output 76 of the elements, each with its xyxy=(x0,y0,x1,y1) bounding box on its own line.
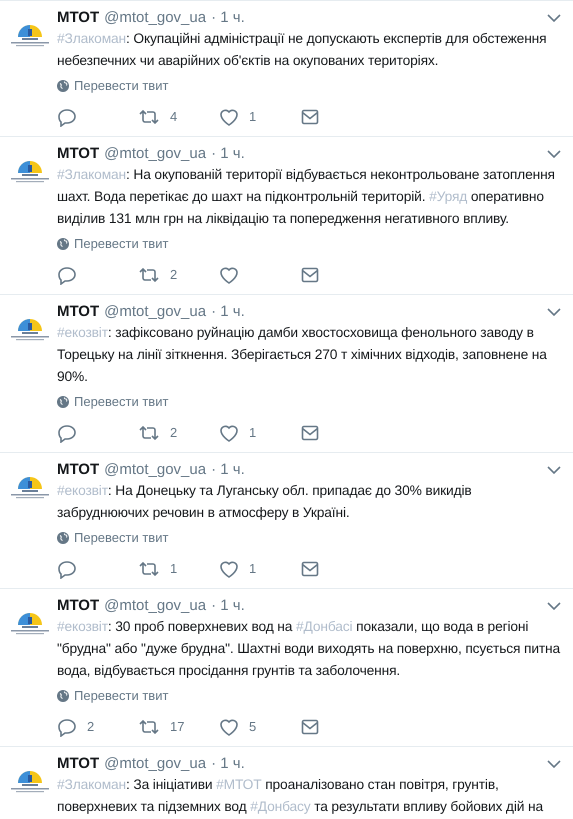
heart-icon[interactable] xyxy=(219,717,239,737)
heart-icon[interactable] xyxy=(219,559,239,579)
author-handle[interactable]: @mtot_gov_ua xyxy=(104,753,206,776)
chevron-down-icon[interactable] xyxy=(547,466,561,475)
tweet-text: #екозвіт: зафіксовано руйнацію дамби хвостосховища фенольного заводу в Торецьку на лінії зіткнення. Зберігається 270 т хімічних відходів, заповнене на 90%. xyxy=(57,324,548,386)
reply-icon[interactable] xyxy=(57,717,77,737)
mail-icon[interactable] xyxy=(300,559,320,579)
translate-link[interactable]: Перевести твит xyxy=(57,530,561,546)
timestamp[interactable]: · 1 ч. xyxy=(211,753,245,776)
retweet-icon[interactable] xyxy=(138,265,160,285)
retweet-count: 2 xyxy=(170,266,178,284)
author-handle[interactable]: @mtot_gov_ua xyxy=(104,459,206,482)
timestamp[interactable]: · 1 ч. xyxy=(211,459,245,482)
timestamp[interactable]: · 1 ч. xyxy=(211,7,245,30)
retweet-count: 2 xyxy=(170,424,178,442)
like-count: 1 xyxy=(249,424,256,442)
tweet-text: #екозвіт: 30 проб поверхневих вод на #Донбасі показали, що вода в регіоні "брудна" або "дуже брудна". Шахтні води виходять на поверхню, псується питна вода, відбувається просідання грунтів та заболочення. xyxy=(57,618,561,680)
globe-icon xyxy=(57,396,69,408)
like-count: 1 xyxy=(249,560,256,578)
logo-icon xyxy=(10,475,50,501)
author-name[interactable]: МТОТ xyxy=(57,143,100,166)
chevron-down-icon[interactable] xyxy=(547,150,561,159)
translate-link[interactable]: Перевести твит xyxy=(57,236,561,252)
retweet-count: 17 xyxy=(170,718,184,736)
timestamp[interactable]: · 1 ч. xyxy=(211,143,245,166)
chevron-down-icon[interactable] xyxy=(547,602,561,611)
logo-icon xyxy=(10,317,50,343)
mail-icon[interactable] xyxy=(300,107,320,127)
mail-icon[interactable] xyxy=(300,265,320,285)
author-name[interactable]: МТОТ xyxy=(57,459,100,482)
reply-icon[interactable] xyxy=(57,423,77,443)
globe-icon xyxy=(57,532,69,544)
reply-count: 2 xyxy=(87,718,94,736)
timestamp[interactable]: · 1 ч. xyxy=(211,595,245,618)
like-count: 5 xyxy=(249,718,256,736)
mail-icon[interactable] xyxy=(300,423,320,443)
author-name[interactable]: МТОТ xyxy=(57,301,100,324)
author-handle[interactable]: @mtot_gov_ua xyxy=(104,143,206,166)
heart-icon[interactable] xyxy=(219,423,239,443)
author-handle[interactable]: @mtot_gov_ua xyxy=(104,301,206,324)
reply-icon[interactable] xyxy=(57,559,77,579)
reply-icon[interactable] xyxy=(57,107,77,127)
tweet-text: #Злакоман: На окупованій території відбувається неконтрольоване затоплення шахт. Вода перетікає до шахт на підконтрольній територій. #Уряд оперативно виділив 131 млн грн на ліквідацію та попередження негативного впливу. xyxy=(57,166,556,228)
timestamp[interactable]: · 1 ч. xyxy=(211,301,245,324)
mail-icon[interactable] xyxy=(300,717,320,737)
author-name[interactable]: МТОТ xyxy=(57,753,100,776)
tweet-text: #екозвіт: На Донецьку та Луганську обл. припадає до 30% викидів забруднюючих речовин в атмосферу в Україні. xyxy=(57,482,473,522)
logo-icon xyxy=(10,23,50,49)
globe-icon xyxy=(57,80,69,92)
translate-link[interactable]: Перевести твит xyxy=(57,394,561,410)
globe-icon xyxy=(57,690,69,702)
author-name[interactable]: МТОТ xyxy=(57,595,100,618)
translate-link[interactable]: Перевести твит xyxy=(57,688,561,704)
globe-icon xyxy=(57,238,69,250)
author-handle[interactable]: @mtot_gov_ua xyxy=(104,595,206,618)
retweet-icon[interactable] xyxy=(138,423,160,443)
tweet-text: #Злакоман: За ініціативи #МТОТ проаналізовано стан повітря, грунтів, поверхневих та підземних вод #Донбасу та результати впливу бойових дій на xyxy=(57,776,544,816)
translate-link[interactable]: Перевести твит xyxy=(57,78,561,94)
logo-icon xyxy=(10,159,50,185)
like-count: 1 xyxy=(249,108,256,126)
retweet-icon[interactable] xyxy=(138,717,160,737)
author-name[interactable]: МТОТ xyxy=(57,7,100,30)
logo-icon xyxy=(10,769,50,795)
tweet-text: #Злакоман: Окупаційні адміністрації не допускають експертів для обстеження небезпечних чи аварійних об'єктів на окупованих територіях. xyxy=(57,30,548,70)
logo-icon xyxy=(10,611,50,637)
retweet-icon[interactable] xyxy=(138,107,160,127)
chevron-down-icon[interactable] xyxy=(547,308,561,317)
author-handle[interactable]: @mtot_gov_ua xyxy=(104,7,206,30)
heart-icon[interactable] xyxy=(219,265,239,285)
retweet-count: 4 xyxy=(170,108,178,126)
retweet-icon[interactable] xyxy=(138,559,160,579)
heart-icon[interactable] xyxy=(219,107,239,127)
retweet-count: 1 xyxy=(170,560,178,578)
chevron-down-icon[interactable] xyxy=(547,14,561,23)
reply-icon[interactable] xyxy=(57,265,77,285)
chevron-down-icon[interactable] xyxy=(547,760,561,769)
